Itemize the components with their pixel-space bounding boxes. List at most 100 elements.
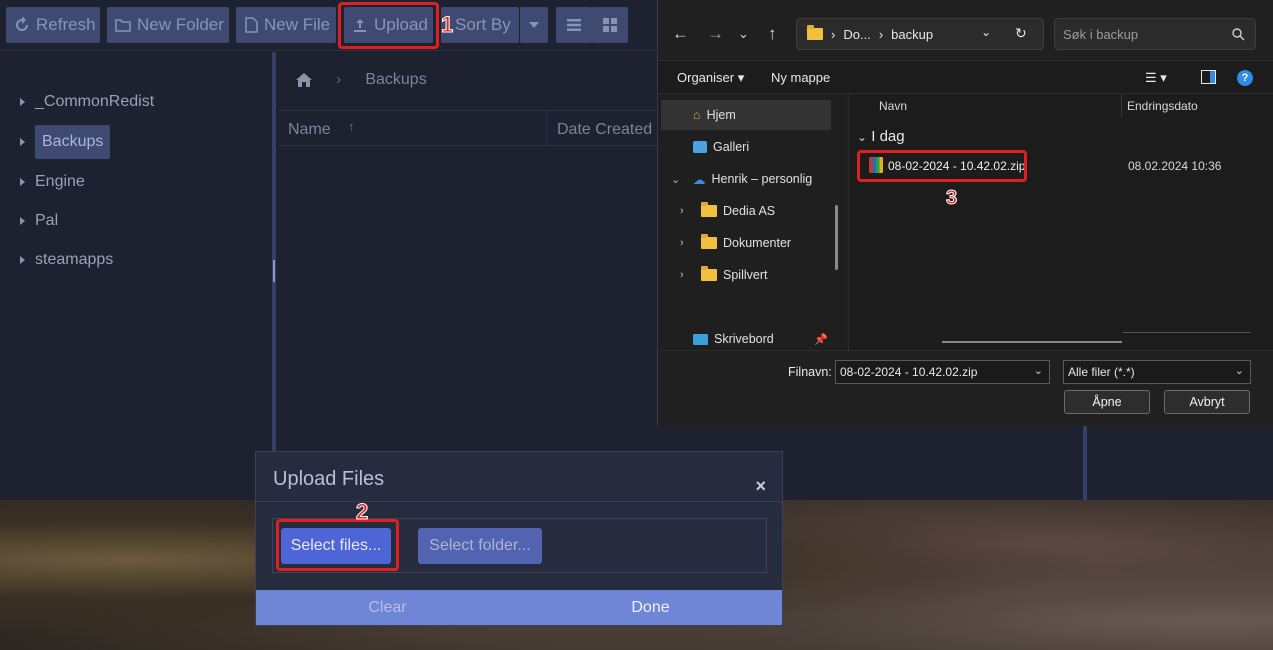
gallery-icon xyxy=(693,141,707,153)
recent-locations-icon[interactable]: ⌄ xyxy=(738,26,749,42)
expand-caret-icon[interactable] xyxy=(20,98,25,106)
select-folder-button[interactable]: Select folder... xyxy=(418,528,542,564)
folder-icon xyxy=(807,25,823,40)
folder-tree: _CommonRedist Backups Engine Pal steamap… xyxy=(0,52,272,500)
folder-icon xyxy=(701,234,717,249)
refresh-icon[interactable]: ↻ xyxy=(1015,25,1027,42)
refresh-button[interactable]: Refresh xyxy=(6,7,100,43)
home-icon: ⌂ xyxy=(693,108,701,122)
tree-item-engine[interactable]: Engine xyxy=(20,170,85,194)
chevron-right-icon: › xyxy=(831,26,836,42)
cloud-icon: ☁ xyxy=(693,172,706,187)
new-folder-button[interactable]: New Folder xyxy=(107,7,229,43)
address-dropdown-icon[interactable]: ⌄ xyxy=(981,25,991,39)
file-pane: Navn Endringsdato ⌄ I dag 08-02-2024 - 1… xyxy=(848,95,1273,350)
column-endringsdato[interactable]: Endringsdato xyxy=(1127,99,1198,113)
nav-item-galleri[interactable]: Galleri xyxy=(658,132,828,162)
chevron-right-icon[interactable]: › xyxy=(680,237,684,249)
open-button[interactable]: Åpne xyxy=(1064,390,1150,414)
horizontal-scrollbar[interactable] xyxy=(942,341,1122,343)
chevron-down-icon[interactable]: ⌄ xyxy=(1034,364,1043,377)
tree-item-pal[interactable]: Pal xyxy=(20,209,58,233)
dialog-nav-bar: ← → ⌄ ↑ › Do... › backup ⌄ ↻ Søk i backu… xyxy=(658,0,1273,60)
column-date-created[interactable]: Date Created xyxy=(546,111,666,147)
group-header-today[interactable]: ⌄ I dag xyxy=(857,128,905,145)
modal-title: Upload Files xyxy=(273,468,385,490)
horizontal-scroll-track xyxy=(1123,332,1251,333)
nav-item-dokumenter[interactable]: › Dokumenter xyxy=(658,228,828,258)
view-options-icon[interactable]: ☰ ▾ xyxy=(1145,70,1167,86)
close-icon[interactable]: × xyxy=(755,476,766,497)
expand-caret-icon[interactable] xyxy=(20,217,25,225)
tree-item-steamapps[interactable]: steamapps xyxy=(20,248,113,272)
new-file-button[interactable]: New File xyxy=(236,7,336,43)
expand-caret-icon[interactable] xyxy=(20,178,25,186)
right-pane-splitter[interactable] xyxy=(1083,420,1087,500)
grid-view-icon xyxy=(603,18,617,32)
splitter-handle[interactable] xyxy=(273,260,275,282)
breadcrumb-current[interactable]: Backups xyxy=(365,71,426,89)
upload-files-modal: Upload Files × Select files... Select fo… xyxy=(255,451,783,626)
sort-dropdown-toggle[interactable] xyxy=(520,7,548,43)
address-bar[interactable]: › Do... › backup ⌄ ↻ xyxy=(796,18,1044,50)
column-navn[interactable]: Navn xyxy=(879,99,907,113)
nav-item-hjem[interactable]: ⌂ Hjem xyxy=(661,100,831,130)
list-view-icon xyxy=(567,19,581,31)
address-segment-documents[interactable]: Do... xyxy=(843,27,870,42)
file-manager-toolbar: Refresh New Folder New File Upload Sort … xyxy=(0,0,660,50)
up-arrow-icon[interactable]: ↑ xyxy=(768,24,777,44)
select-files-highlight xyxy=(276,519,399,571)
file-list-header: Name ↑ Date Created xyxy=(278,110,660,147)
home-icon[interactable] xyxy=(296,73,312,87)
back-arrow-icon[interactable]: ← xyxy=(672,24,689,44)
list-view-button[interactable] xyxy=(556,7,592,43)
done-button[interactable]: Done xyxy=(519,590,782,625)
chevron-right-icon[interactable]: › xyxy=(680,269,684,281)
clear-button[interactable]: Clear xyxy=(256,590,519,625)
forward-arrow-icon[interactable]: → xyxy=(707,24,724,44)
pin-icon[interactable]: 📌 xyxy=(814,333,828,346)
column-name[interactable]: Name xyxy=(288,121,331,139)
chevron-down-icon: ⌄ xyxy=(1234,365,1244,377)
filename-input[interactable]: 08-02-2024 - 10.42.02.zip ⌄ xyxy=(835,360,1050,384)
sort-ascending-icon: ↑ xyxy=(348,119,355,134)
file-modified-date: 08.02.2024 10:36 xyxy=(1128,159,1222,173)
tree-item-commonredist[interactable]: _CommonRedist xyxy=(20,90,154,114)
chevron-down-icon: ⌄ xyxy=(857,130,868,144)
column-separator xyxy=(1121,95,1122,117)
nav-item-dedia[interactable]: › Dedia AS xyxy=(658,196,828,226)
grid-view-button[interactable] xyxy=(592,7,628,43)
navigation-pane: ⌂ Hjem Galleri ⌄ ☁ Henrik – personlig › … xyxy=(658,95,846,403)
organise-menu[interactable]: Organiser ▾ xyxy=(677,70,744,86)
nav-item-spillvert[interactable]: › Spillvert xyxy=(658,260,828,290)
expand-caret-icon[interactable] xyxy=(20,256,25,264)
folder-icon xyxy=(701,202,717,217)
modal-divider xyxy=(256,501,782,502)
desktop-icon xyxy=(693,333,708,345)
preview-pane-icon[interactable] xyxy=(1201,70,1216,84)
chevron-right-icon[interactable]: › xyxy=(680,205,684,217)
file-open-dialog: ← → ⌄ ↑ › Do... › backup ⌄ ↻ Søk i backu… xyxy=(657,0,1273,426)
dialog-footer: Filnavn: 08-02-2024 - 10.42.02.zip ⌄ All… xyxy=(658,350,1273,426)
help-icon[interactable]: ? xyxy=(1237,70,1253,86)
toolbar-divider xyxy=(0,50,660,51)
new-folder-button[interactable]: Ny mappe xyxy=(771,70,830,85)
step-1-label: 1 xyxy=(440,12,454,38)
file-highlight xyxy=(857,150,1027,182)
step-3-label: 3 xyxy=(945,187,958,210)
command-bar: Organiser ▾ Ny mappe ☰ ▾ ? xyxy=(658,60,1273,94)
cancel-button[interactable]: Avbryt xyxy=(1164,390,1250,414)
nav-scrollbar[interactable] xyxy=(835,205,838,270)
modal-body: Select files... Select folder... xyxy=(272,518,767,573)
tree-item-backups[interactable]: Backups xyxy=(20,125,111,159)
step-2-label: 2 xyxy=(355,499,369,525)
address-segment-backup[interactable]: backup xyxy=(891,27,933,42)
expand-caret-icon[interactable] xyxy=(20,138,25,146)
nav-item-onedrive[interactable]: ⌄ ☁ Henrik – personlig xyxy=(658,164,828,194)
upload-highlight xyxy=(338,2,439,49)
filetype-select[interactable]: Alle filer (*.*) ⌄ xyxy=(1063,360,1251,384)
search-input[interactable]: Søk i backup xyxy=(1054,18,1256,50)
chevron-right-icon: › xyxy=(878,26,884,42)
breadcrumb-separator-icon: › xyxy=(336,71,342,88)
chevron-down-icon[interactable]: ⌄ xyxy=(671,173,680,186)
